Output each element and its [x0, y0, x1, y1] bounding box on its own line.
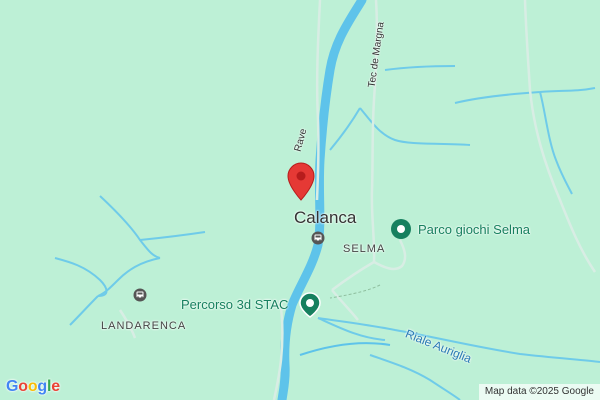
map-canvas[interactable]: Calanca SELMA Parco giochi Selma Percors…	[0, 0, 600, 400]
google-logo: Google	[6, 378, 60, 395]
poi-marker-icon[interactable]	[299, 292, 321, 318]
location-pin-icon[interactable]	[287, 162, 315, 202]
bus-stop-icon[interactable]	[311, 231, 325, 245]
river-branch	[299, 342, 391, 356]
map-attribution[interactable]: Map data ©2025 Google	[478, 384, 600, 400]
hamlet-label-landarenca: LANDARENCA	[101, 320, 187, 332]
poi-marker-icon[interactable]	[390, 218, 412, 242]
place-label-calanca: Calanca	[294, 208, 357, 227]
poi-label-percorso-3d-stac[interactable]: Percorso 3d STAC	[181, 297, 288, 312]
hamlet-label-selma: SELMA	[343, 243, 386, 255]
roads	[118, 0, 597, 400]
bus-stop-icon[interactable]	[133, 288, 147, 302]
poi-label-parco-giochi-selma[interactable]: Parco giochi Selma	[418, 222, 530, 237]
